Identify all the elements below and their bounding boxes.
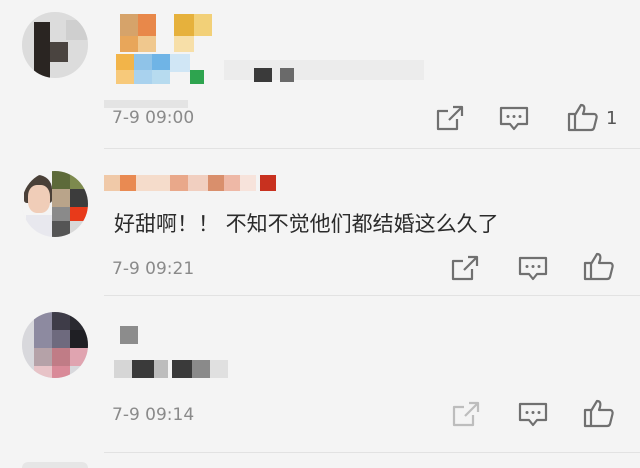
comment-time: 7-9 09:21 — [112, 259, 195, 279]
reply-button[interactable] — [516, 400, 550, 430]
username-blurred[interactable] — [104, 14, 254, 52]
share-button[interactable] — [448, 399, 482, 429]
avatar[interactable] — [22, 312, 88, 378]
like-count: 1 — [606, 108, 618, 129]
avatar-partial — [22, 462, 88, 468]
like-button[interactable] — [582, 251, 616, 281]
username-blurred[interactable] — [104, 171, 284, 193]
share-icon — [451, 255, 479, 281]
share-button[interactable] — [432, 103, 466, 133]
reply-icon — [518, 402, 548, 427]
blurred-strip — [104, 100, 188, 108]
comment-text-blurred — [104, 52, 434, 84]
like-icon — [567, 103, 598, 132]
share-icon — [452, 401, 480, 427]
reply-icon — [518, 256, 548, 281]
divider — [104, 452, 640, 453]
like-button[interactable] — [582, 398, 616, 428]
comment-item: 7-9 09:14 — [0, 296, 640, 456]
avatar[interactable] — [22, 171, 88, 237]
username-blurred[interactable] — [104, 326, 164, 348]
avatar[interactable] — [22, 12, 88, 78]
reply-button[interactable] — [516, 254, 550, 284]
reply-icon — [499, 106, 529, 131]
comment-time: 7-9 09:14 — [112, 405, 195, 425]
share-button[interactable] — [447, 253, 481, 283]
comment-item: 好甜啊！！ 不知不觉他们都结婚这么久了 7-9 09:21 — [0, 149, 640, 295]
comment-time: 7-9 09:00 — [112, 108, 195, 128]
comment-item: 7-9 09:00 1 — [0, 0, 640, 148]
comment-text: 好甜啊！！ 不知不觉他们都结婚这么久了 — [114, 212, 499, 236]
share-icon — [436, 105, 464, 131]
reply-button[interactable] — [497, 104, 531, 134]
like-icon — [583, 252, 614, 281]
comment-text-blurred — [104, 358, 244, 382]
like-button[interactable] — [566, 102, 600, 132]
like-icon — [583, 399, 614, 428]
